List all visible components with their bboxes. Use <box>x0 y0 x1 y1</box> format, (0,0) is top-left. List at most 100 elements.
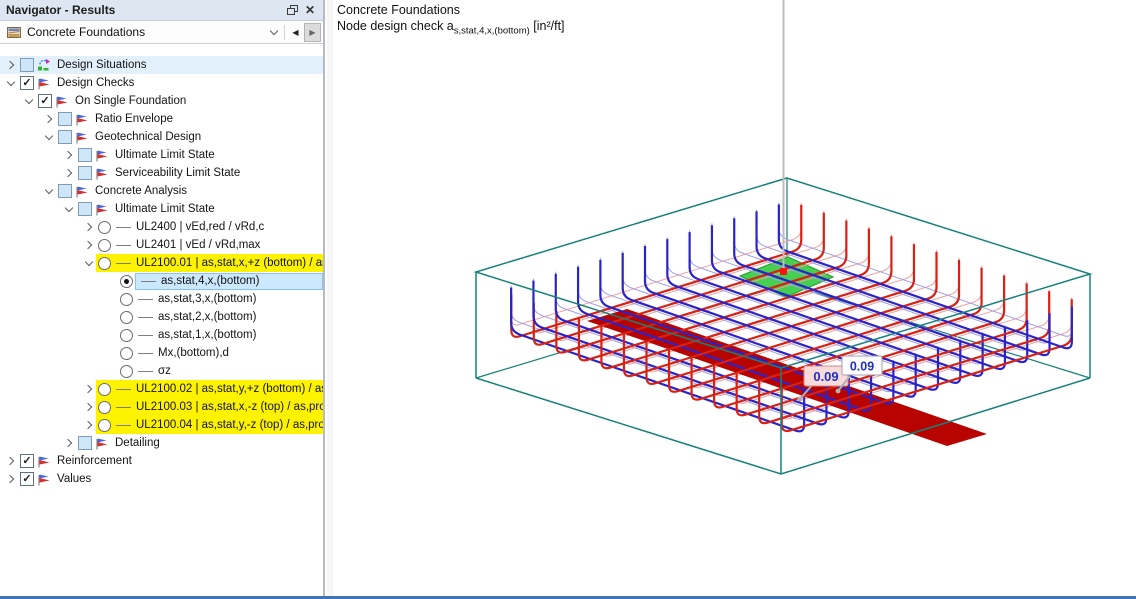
tree-item-label[interactable]: Ultimate Limit State <box>115 149 215 161</box>
tree-item-design-checks[interactable]: Design Checks <box>0 74 323 92</box>
checkbox-checked[interactable] <box>38 94 52 108</box>
expander-icon[interactable] <box>62 202 76 216</box>
tree-item-ul2100-02[interactable]: UL2100.02 | as,stat,y,+z (bottom) / as,p… <box>0 380 323 398</box>
expander-icon[interactable] <box>4 472 18 486</box>
radio-button[interactable] <box>120 346 133 360</box>
expander-icon[interactable] <box>22 94 36 108</box>
tree-item-on-single-foundation[interactable]: On Single Foundation <box>0 92 323 110</box>
expander-icon[interactable] <box>82 418 96 432</box>
checkbox[interactable] <box>20 58 34 72</box>
tree-item-serviceability-limit-state[interactable]: Serviceability Limit State <box>0 164 323 182</box>
tree-item-label[interactable]: Serviceability Limit State <box>115 167 240 179</box>
dropdown-value[interactable]: Concrete Foundations <box>27 25 265 39</box>
tree-item-label[interactable]: Ratio Envelope <box>95 113 173 125</box>
radio-button[interactable] <box>98 418 111 432</box>
tree-item-design-situations[interactable]: Design Situations <box>0 56 323 74</box>
checkbox[interactable] <box>78 166 92 180</box>
tree-item-label[interactable]: Design Checks <box>57 77 134 89</box>
expander-icon[interactable] <box>82 382 96 396</box>
prev-arrow-icon[interactable]: ◀ <box>287 23 304 42</box>
highlighted-check-row[interactable]: UL2100.03 | as,stat,x,-z (top) / as,prov… <box>96 398 323 416</box>
tree-item-as-stat-4-x-bottom[interactable]: as,stat,4,x,(bottom) <box>0 272 323 290</box>
tree-item-label[interactable]: Values <box>57 473 91 485</box>
tree-item-label[interactable]: On Single Foundation <box>75 95 186 107</box>
tree-item-label[interactable]: Detailing <box>115 437 160 449</box>
expander-icon[interactable] <box>82 400 96 414</box>
expander-icon[interactable] <box>4 58 18 72</box>
tree-item-reinforcement[interactable]: Reinforcement <box>0 452 323 470</box>
chevron-down-icon[interactable] <box>265 23 282 42</box>
tree-item-ul2400[interactable]: UL2400 | vEd,red / vRd,c <box>0 218 323 236</box>
radio-button[interactable] <box>98 400 111 414</box>
tree-item-label[interactable]: as,stat,3,x,(bottom) <box>158 293 256 305</box>
tree-item-mx-bottom-d[interactable]: Mx,(bottom),d <box>0 344 323 362</box>
checkbox-checked[interactable] <box>20 472 34 486</box>
tree-item-ultimate-limit-state-geo[interactable]: Ultimate Limit State <box>0 146 323 164</box>
radio-button[interactable] <box>120 328 133 342</box>
expander-icon[interactable] <box>62 148 76 162</box>
checkbox[interactable] <box>58 184 72 198</box>
radio-button-selected[interactable] <box>120 274 133 288</box>
tree-item-label[interactable]: UL2100.02 | as,stat,y,+z (bottom) / as,p… <box>136 383 323 395</box>
tree-item-as-stat-1-x-bottom[interactable]: as,stat,1,x,(bottom) <box>0 326 323 344</box>
tree-item-label[interactable]: Reinforcement <box>57 455 132 467</box>
expander-icon[interactable] <box>82 220 96 234</box>
checkbox[interactable] <box>78 148 92 162</box>
tree-item-label[interactable]: as,stat,1,x,(bottom) <box>158 329 256 341</box>
next-arrow-icon[interactable]: ▶ <box>304 22 321 42</box>
close-icon[interactable]: ✕ <box>301 2 319 18</box>
tree-item-as-stat-3-x-bottom[interactable]: as,stat,3,x,(bottom) <box>0 290 323 308</box>
radio-button[interactable] <box>98 256 111 270</box>
tree-item-ultimate-limit-state-concrete[interactable]: Ultimate Limit State <box>0 200 323 218</box>
tree-item-label[interactable]: as,stat,4,x,(bottom) <box>161 275 259 287</box>
highlighted-check-row[interactable]: UL2100.04 | as,stat,y,-z (top) / as,prov… <box>96 416 323 434</box>
tree-item-label[interactable]: σz <box>158 365 171 377</box>
tree-item-label[interactable]: Ultimate Limit State <box>115 203 215 215</box>
tree-item-label[interactable]: Design Situations <box>57 59 147 71</box>
checkbox[interactable] <box>78 202 92 216</box>
radio-button[interactable] <box>98 238 111 252</box>
checkbox[interactable] <box>78 436 92 450</box>
expander-icon[interactable] <box>42 184 56 198</box>
radio-button[interactable] <box>98 382 111 396</box>
3d-results-viewport[interactable]: Concrete Foundations Node design check a… <box>333 0 1136 596</box>
radio-button[interactable] <box>98 220 111 234</box>
checkbox-checked[interactable] <box>20 454 34 468</box>
expander-icon[interactable] <box>42 112 56 126</box>
expander-icon[interactable] <box>82 238 96 252</box>
tree-item-label[interactable]: Mx,(bottom),d <box>158 347 229 359</box>
expander-icon[interactable] <box>4 76 18 90</box>
expander-icon[interactable] <box>82 256 96 270</box>
results-category-dropdown[interactable]: Concrete Foundations ◀ ▶ <box>0 21 323 44</box>
tree-item-values[interactable]: Values <box>0 470 323 488</box>
tree-item-detailing[interactable]: Detailing <box>0 434 323 452</box>
expander-icon[interactable] <box>4 454 18 468</box>
tree-item-label[interactable]: Geotechnical Design <box>95 131 201 143</box>
expander-icon[interactable] <box>62 436 76 450</box>
tree-item-sigma-z[interactable]: σz <box>0 362 323 380</box>
expander-icon[interactable] <box>62 166 76 180</box>
tree-item-label[interactable]: UL2400 | vEd,red / vRd,c <box>136 221 264 233</box>
tree-item-ratio-envelope[interactable]: Ratio Envelope <box>0 110 323 128</box>
tree-item-label[interactable]: UL2100.03 | as,stat,x,-z (top) / as,prov… <box>136 401 323 413</box>
radio-button[interactable] <box>120 310 133 324</box>
tree-item-geotechnical-design[interactable]: Geotechnical Design <box>0 128 323 146</box>
checkbox[interactable] <box>58 112 72 126</box>
checkbox-checked[interactable] <box>20 76 34 90</box>
tree-item-ul2401[interactable]: UL2401 | vEd / vRd,max <box>0 236 323 254</box>
highlighted-check-row[interactable]: UL2100.02 | as,stat,y,+z (bottom) / as,p… <box>96 380 323 398</box>
tree-item-as-stat-2-x-bottom[interactable]: as,stat,2,x,(bottom) <box>0 308 323 326</box>
highlighted-check-row[interactable]: UL2100.01 | as,stat,x,+z (bottom) / as,p… <box>96 254 323 272</box>
tree-item-label[interactable]: UL2100.01 | as,stat,x,+z (bottom) / as,p… <box>136 257 323 269</box>
tree-item-label[interactable]: as,stat,2,x,(bottom) <box>158 311 256 323</box>
radio-button[interactable] <box>120 292 133 306</box>
radio-button[interactable] <box>120 364 133 378</box>
tree-item-ul2100-01[interactable]: UL2100.01 | as,stat,x,+z (bottom) / as,p… <box>0 254 323 272</box>
float-window-icon[interactable] <box>283 2 301 18</box>
selected-result-row[interactable]: as,stat,4,x,(bottom) <box>135 272 323 290</box>
tree-item-label[interactable]: UL2401 | vEd / vRd,max <box>136 239 260 251</box>
tree-item-ul2100-04[interactable]: UL2100.04 | as,stat,y,-z (top) / as,prov… <box>0 416 323 434</box>
tree-item-ul2100-03[interactable]: UL2100.03 | as,stat,x,-z (top) / as,prov… <box>0 398 323 416</box>
tree-item-label[interactable]: UL2100.04 | as,stat,y,-z (top) / as,prov… <box>136 419 323 431</box>
expander-icon[interactable] <box>42 130 56 144</box>
